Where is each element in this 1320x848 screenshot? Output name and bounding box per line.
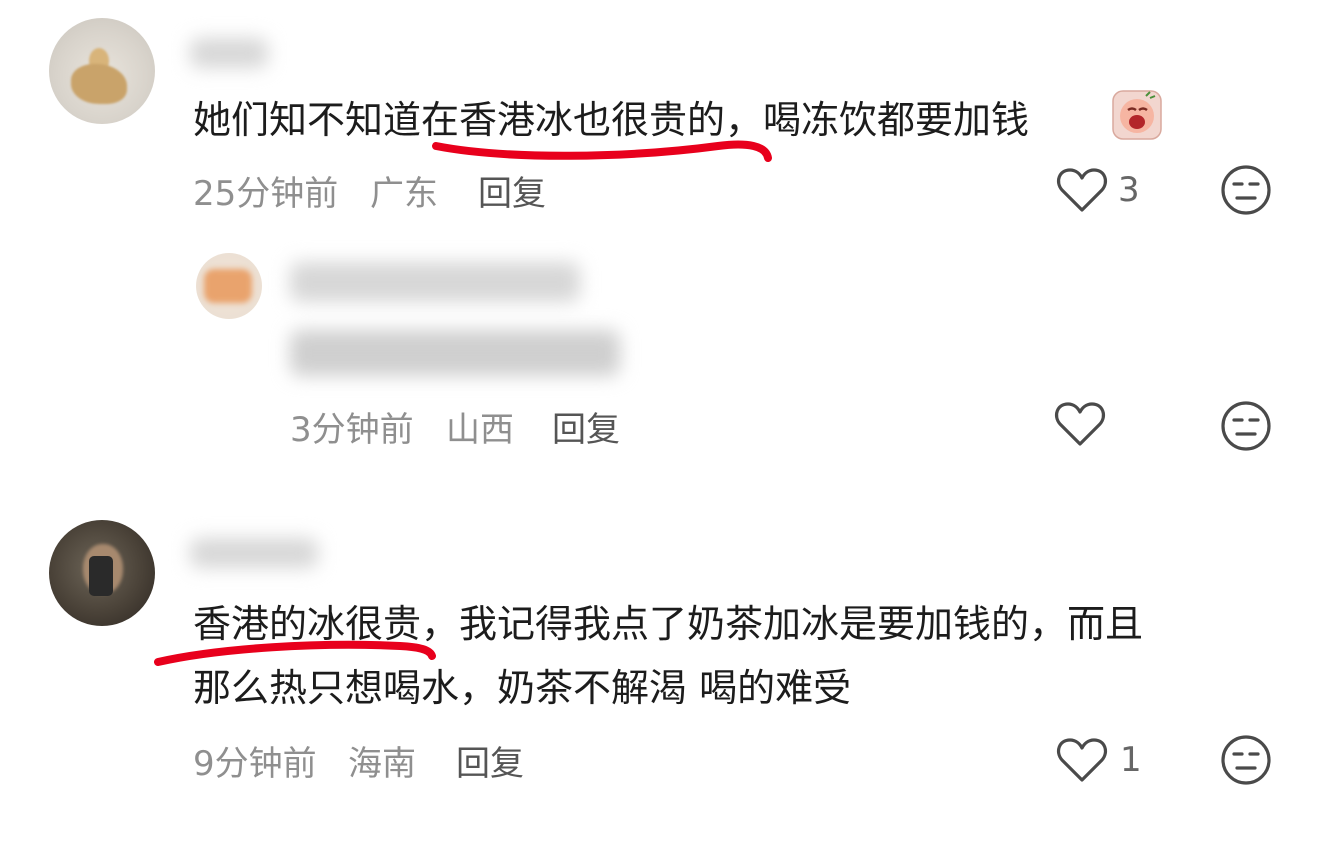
comment-2-avatar[interactable] [49, 520, 155, 626]
reply-1-time: 3分钟前 [290, 410, 414, 450]
crying-face-sticker-icon [1112, 90, 1162, 140]
comment-2-like-count: 1 [1120, 740, 1142, 780]
unamused-face-icon[interactable] [1220, 400, 1272, 452]
avatar-blurred-detail [204, 269, 252, 303]
comment-1-text: 她们知不知道在香港冰也很贵的，喝冻饮都要加钱 [193, 98, 1030, 142]
reply-1-reply-button[interactable]: 回复 [552, 402, 620, 451]
unamused-face-icon[interactable] [1220, 164, 1272, 216]
comment-2-text-line-1: 香港的冰很贵，我记得我点了奶茶加冰是要加钱的，而且 [193, 602, 1144, 646]
comment-2-text-line-2: 那么热只想喝水，奶茶不解渴 喝的难受 [193, 666, 852, 710]
comment-1-location: 广东 [370, 174, 438, 214]
unamused-face-icon[interactable] [1220, 734, 1272, 786]
comment-2-username-blurred[interactable] [190, 538, 318, 568]
comment-1-time: 25分钟前 [193, 174, 339, 214]
comment-2-location: 海南 [348, 744, 416, 784]
heart-outline-icon[interactable] [1056, 736, 1108, 784]
comment-1-username-blurred[interactable] [190, 38, 268, 68]
reply-1-username-blurred[interactable] [290, 262, 580, 302]
reply-1-avatar[interactable] [196, 253, 262, 319]
heart-outline-icon[interactable] [1054, 400, 1106, 448]
comment-1-reply-button[interactable]: 回复 [478, 166, 546, 215]
avatar-phone-detail [89, 556, 113, 596]
comment-1-like-count: 3 [1118, 170, 1140, 210]
comment-1-avatar[interactable] [49, 18, 155, 124]
reply-1-text-blurred [290, 330, 620, 376]
comment-2-reply-button[interactable]: 回复 [456, 736, 524, 785]
heart-outline-icon[interactable] [1056, 166, 1108, 214]
reply-1-location: 山西 [446, 410, 514, 450]
avatar-figure-detail [71, 64, 127, 104]
comment-2-time: 9分钟前 [193, 744, 317, 784]
